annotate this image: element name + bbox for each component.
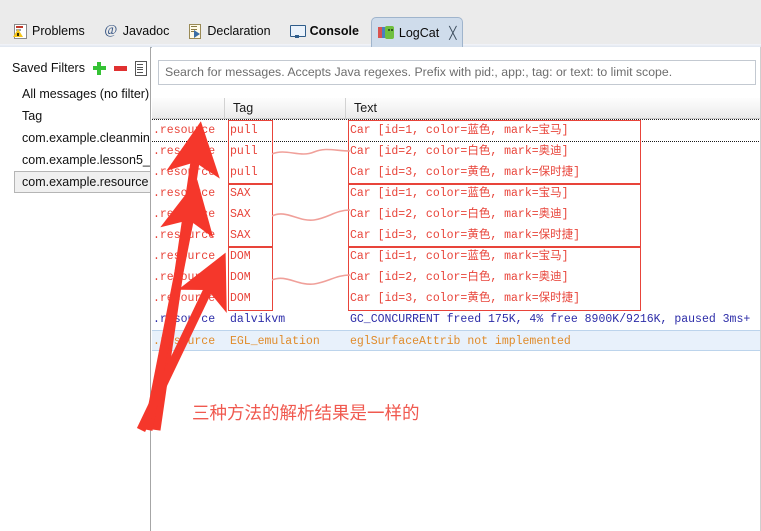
logcat-window: Problems @ Javadoc Declaration Console L…: [0, 0, 761, 531]
log-app-cell: .resource: [153, 250, 216, 263]
log-text-cell: Car [id=3, color=黄色, mark=保时捷]: [350, 166, 581, 179]
tab-list: Problems @ Javadoc Declaration Console L…: [0, 14, 464, 47]
table-row[interactable]: .resource dalvikvm GC_CONCURRENT freed 175…: [152, 309, 761, 330]
close-icon[interactable]: ╳: [449, 26, 456, 40]
tab-console-label: Console: [309, 24, 359, 38]
table-row[interactable]: .resource DOM Car [id=1, color=蓝色, mark=宝马…: [152, 246, 761, 267]
tab-declaration-label: Declaration: [207, 24, 271, 38]
log-text-cell: Car [id=1, color=蓝色, mark=宝马]: [350, 250, 569, 263]
log-tag-cell: DOM: [230, 271, 251, 284]
declaration-icon: [188, 24, 202, 39]
log-tag-cell: pull: [230, 145, 258, 158]
log-tag-cell: dalvikvm: [230, 313, 286, 326]
log-app-cell: .resource: [153, 166, 216, 179]
saved-filters-title: Saved Filters: [12, 61, 85, 75]
column-header-tag[interactable]: Tag: [224, 98, 345, 118]
log-tag-cell: EGL_emulation: [230, 335, 320, 348]
logcat-main: Search for messages. Accepts Java regexe…: [152, 47, 761, 531]
log-table-body: .resource pull Car [id=1, color=蓝色, mark=宝…: [152, 120, 761, 351]
log-app-cell: .resource: [153, 208, 216, 221]
log-app-cell: .resource: [153, 124, 216, 137]
saved-filters-panel: Saved Filters All messages (no filter) T…: [0, 47, 151, 531]
annotation-label: 三种方法的解析结果是一样的: [192, 404, 420, 424]
log-text-cell: Car [id=3, color=黄色, mark=保时捷]: [350, 292, 581, 305]
saved-filters-header: Saved Filters: [0, 57, 150, 79]
table-row[interactable]: .resource SAX Car [id=3, color=黄色, mark=保时…: [152, 225, 761, 246]
table-row[interactable]: .resource EGL_emulation eglSurfaceAttrib n…: [152, 330, 761, 351]
filter-item-tag[interactable]: Tag: [0, 105, 150, 127]
view-tab-bar: Problems @ Javadoc Declaration Console L…: [0, 0, 761, 48]
table-row[interactable]: .resource SAX Car [id=2, color=白色, mark=奥迪…: [152, 204, 761, 225]
log-app-cell: .resource: [153, 292, 216, 305]
search-input[interactable]: Search for messages. Accepts Java regexe…: [158, 60, 756, 85]
search-field-wrapper: Search for messages. Accepts Java regexe…: [158, 60, 756, 85]
filter-item-resource[interactable]: com.example.resource: [14, 171, 150, 193]
log-tag-cell: pull: [230, 124, 258, 137]
log-app-cell: .resource: [153, 229, 216, 242]
tab-logcat-label: LogCat: [398, 25, 440, 40]
logcat-icon: [377, 26, 394, 39]
log-text-cell: GC_CONCURRENT freed 175K, 4% free 8900K/…: [350, 313, 751, 326]
table-row[interactable]: .resource pull Car [id=2, color=白色, mark=奥…: [152, 141, 761, 162]
table-row[interactable]: .resource SAX Car [id=1, color=蓝色, mark=宝马…: [152, 183, 761, 204]
log-text-cell: Car [id=2, color=白色, mark=奥迪]: [350, 271, 569, 284]
tab-javadoc[interactable]: @ Javadoc: [97, 17, 178, 47]
log-tag-cell: pull: [230, 166, 258, 179]
at-icon: @: [104, 23, 118, 38]
edit-icon[interactable]: [134, 61, 147, 76]
log-app-cell: .resource: [153, 335, 216, 348]
minus-icon[interactable]: [113, 65, 127, 71]
log-text-cell: eglSurfaceAttrib not implemented: [350, 335, 571, 348]
console-icon: [289, 24, 306, 38]
log-text-cell: Car [id=1, color=蓝色, mark=宝马]: [350, 187, 569, 200]
tab-problems[interactable]: Problems: [6, 17, 93, 47]
log-text-cell: Car [id=3, color=黄色, mark=保时捷]: [350, 229, 581, 242]
column-header-text[interactable]: Text: [345, 98, 761, 118]
log-app-cell: .resource: [153, 271, 216, 284]
tab-problems-label: Problems: [32, 24, 85, 38]
row-dotted-separator: [152, 141, 761, 142]
log-app-cell: .resource: [153, 313, 216, 326]
filter-item-lesson5[interactable]: com.example.lesson5_: [0, 149, 150, 171]
tab-logcat[interactable]: LogCat ╳: [370, 17, 464, 47]
tab-console[interactable]: Console: [283, 17, 367, 47]
filter-item-cleanmint[interactable]: com.example.cleanmint: [0, 127, 150, 149]
table-column-headers: Tag Text: [152, 98, 761, 119]
log-text-cell: Car [id=2, color=白色, mark=奥迪]: [350, 145, 569, 158]
table-row[interactable]: .resource pull Car [id=3, color=黄色, mark=保…: [152, 162, 761, 183]
problems-icon: [13, 24, 27, 39]
table-row[interactable]: .resource pull Car [id=1, color=蓝色, mark=宝…: [152, 120, 761, 141]
log-text-cell: Car [id=1, color=蓝色, mark=宝马]: [350, 124, 569, 137]
log-text-cell: Car [id=2, color=白色, mark=奥迪]: [350, 208, 569, 221]
filter-item-all-messages[interactable]: All messages (no filter): [0, 83, 150, 105]
saved-filters-actions: [92, 61, 147, 76]
plus-icon[interactable]: [92, 61, 106, 75]
log-app-cell: .resource: [153, 145, 216, 158]
saved-filters-list: All messages (no filter) Tag com.example…: [0, 83, 150, 193]
table-row[interactable]: .resource DOM Car [id=2, color=白色, mark=奥迪…: [152, 267, 761, 288]
table-row[interactable]: .resource DOM Car [id=3, color=黄色, mark=保时…: [152, 288, 761, 309]
log-tag-cell: SAX: [230, 229, 251, 242]
log-tag-cell: SAX: [230, 187, 251, 200]
tab-javadoc-label: Javadoc: [122, 24, 170, 38]
tab-declaration[interactable]: Declaration: [181, 17, 278, 47]
log-tag-cell: DOM: [230, 250, 251, 263]
log-app-cell: .resource: [153, 187, 216, 200]
log-tag-cell: SAX: [230, 208, 251, 221]
log-tag-cell: DOM: [230, 292, 251, 305]
